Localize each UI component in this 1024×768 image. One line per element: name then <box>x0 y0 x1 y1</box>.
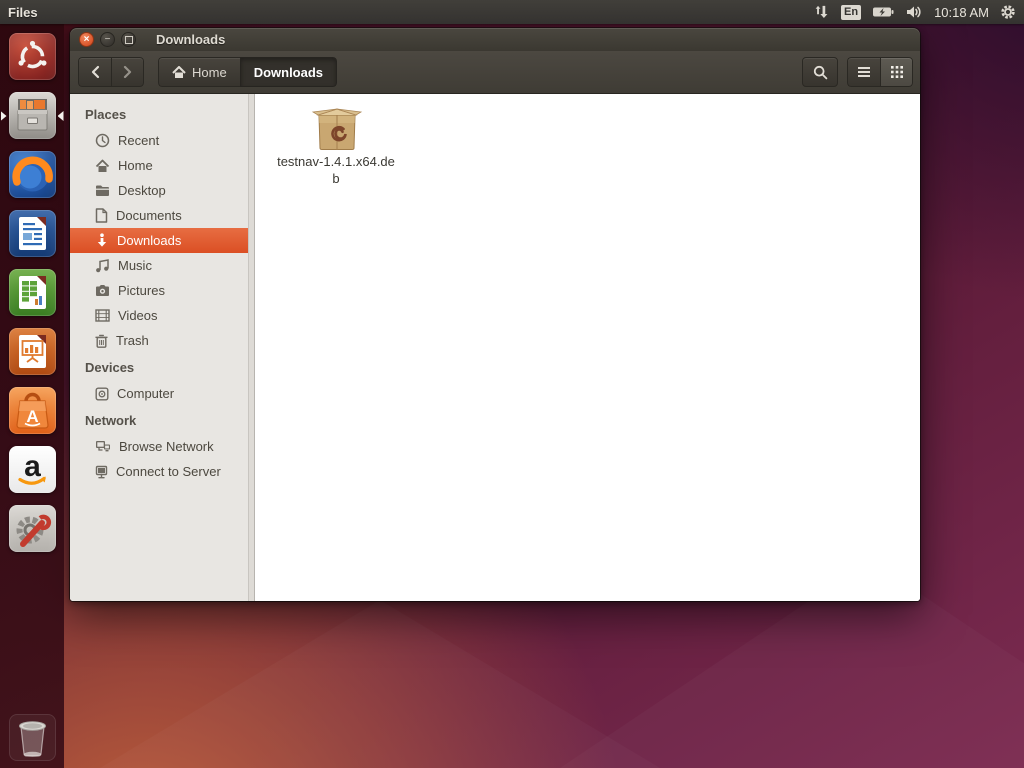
sidebar-item-browse-network[interactable]: Browse Network <box>70 434 254 459</box>
launcher-item-amazon[interactable]: a <box>8 446 56 493</box>
sidebar-item-pictures[interactable]: Pictures <box>70 278 254 303</box>
sidebar-header-devices: Devices <box>85 360 135 375</box>
folder-icon <box>96 185 109 196</box>
file-list-area[interactable]: testnav-1.4.1.x64.deb <box>255 94 920 601</box>
window-toolbar: Home Downloads <box>70 51 920 94</box>
list-view-icon <box>858 67 870 77</box>
breadcrumb-downloads-label: Downloads <box>253 64 324 80</box>
trash-icon <box>95 334 108 348</box>
debian-package-icon <box>311 108 363 150</box>
launcher-item-software-center[interactable]: A <box>8 387 56 434</box>
grid-view-button[interactable] <box>880 57 913 87</box>
ubuntu-logo-icon <box>18 40 47 69</box>
launcher-item-dash[interactable] <box>8 33 56 80</box>
chevron-right-icon <box>123 65 131 79</box>
keyboard-layout-indicator[interactable]: En <box>841 4 862 20</box>
film-icon <box>95 309 110 322</box>
file-item-deb-package[interactable]: testnav-1.4.1.x64.deb <box>277 103 397 188</box>
drive-icon <box>95 387 109 401</box>
sidebar-item-trash[interactable]: Trash <box>70 328 254 353</box>
svg-text:A: A <box>26 407 38 426</box>
wallpaper-triangle <box>100 600 660 768</box>
recent-clock-icon <box>95 133 110 148</box>
sidebar-header-places: Places <box>85 107 127 122</box>
volume-icon[interactable] <box>905 5 923 19</box>
breadcrumb-home[interactable]: Home <box>158 57 240 87</box>
grid-view-icon <box>890 66 903 78</box>
launcher-item-system-settings[interactable] <box>8 505 56 552</box>
file-name-label: testnav-1.4.1.x64.deb <box>277 154 395 186</box>
sidebar-item-desktop[interactable]: Desktop <box>70 178 254 203</box>
sidebar-header-network: Network <box>85 413 137 428</box>
breadcrumb-downloads[interactable]: Downloads <box>239 57 338 87</box>
launcher-item-trash[interactable] <box>8 714 56 761</box>
window-title: Downloads <box>156 32 226 47</box>
window-titlebar[interactable]: × − Downloads <box>70 28 920 51</box>
calc-spreadsheet-icon <box>18 276 46 309</box>
list-view-button[interactable] <box>847 57 880 87</box>
server-monitor-icon <box>95 465 108 478</box>
launcher-item-firefox[interactable] <box>8 151 56 198</box>
sidebar-item-connect-to-server[interactable]: Connect to Server <box>70 459 254 484</box>
amazon-icon: a <box>17 450 46 485</box>
home-icon <box>172 65 186 78</box>
software-center-bag-icon: A <box>15 392 49 429</box>
history-nav-group <box>78 57 144 87</box>
writer-document-icon <box>18 217 46 250</box>
back-button[interactable] <box>78 57 111 87</box>
chevron-left-icon <box>91 65 100 79</box>
close-button[interactable]: × <box>79 32 94 47</box>
sidebar-item-home[interactable]: Home <box>70 153 254 178</box>
svg-text:a: a <box>24 450 41 483</box>
trash-bin-icon <box>18 721 46 757</box>
unity-launcher: A a <box>0 24 64 768</box>
sidebar-item-music[interactable]: Music <box>70 253 254 278</box>
launcher-item-libreoffice-writer[interactable] <box>8 210 56 257</box>
downloads-arrow-icon <box>97 233 107 247</box>
files-window: × − Downloads Home Downloads Places Rece… <box>70 28 920 601</box>
network-computers-icon <box>96 441 110 452</box>
sidebar-item-downloads[interactable]: Downloads <box>70 228 254 253</box>
firefox-icon <box>11 156 53 192</box>
home-icon <box>95 159 110 172</box>
system-tray: En 10:18 AM <box>814 4 1016 20</box>
launcher-item-libreoffice-impress[interactable] <box>8 328 56 375</box>
sidebar-item-documents[interactable]: Documents <box>70 203 254 228</box>
impress-presentation-icon <box>18 335 46 368</box>
maximize-button[interactable] <box>121 32 136 47</box>
pane-resize-handle[interactable] <box>250 299 253 343</box>
sidebar-item-computer[interactable]: Computer <box>70 381 254 406</box>
sidebar-item-videos[interactable]: Videos <box>70 303 254 328</box>
breadcrumb-home-label: Home <box>192 64 227 80</box>
sidebar-item-recent[interactable]: Recent <box>70 128 254 153</box>
settings-gear-wrench-icon <box>16 514 51 547</box>
document-icon <box>95 208 108 223</box>
file-cabinet-icon <box>17 99 47 131</box>
network-arrows-icon[interactable] <box>814 5 830 20</box>
clock[interactable]: 10:18 AM <box>934 5 989 20</box>
music-note-icon <box>96 258 109 272</box>
focused-indicator-icon <box>57 111 64 121</box>
session-gear-icon[interactable] <box>1000 4 1016 20</box>
top-panel: Files En 10:18 AM <box>0 0 1024 24</box>
running-indicator-icon <box>0 111 7 121</box>
launcher-item-libreoffice-calc[interactable] <box>8 269 56 316</box>
forward-button[interactable] <box>111 57 144 87</box>
battery-icon[interactable] <box>872 6 894 18</box>
places-sidebar: Places Recent Home Desktop Documents Dow… <box>70 94 255 601</box>
view-toggle-group <box>847 57 913 87</box>
camera-icon <box>96 285 109 296</box>
search-button[interactable] <box>802 57 838 87</box>
breadcrumb: Home Downloads <box>158 57 338 87</box>
launcher-item-files[interactable] <box>0 92 64 139</box>
active-app-name: Files <box>8 4 38 20</box>
search-icon <box>813 65 827 79</box>
minimize-button[interactable]: − <box>100 32 115 47</box>
